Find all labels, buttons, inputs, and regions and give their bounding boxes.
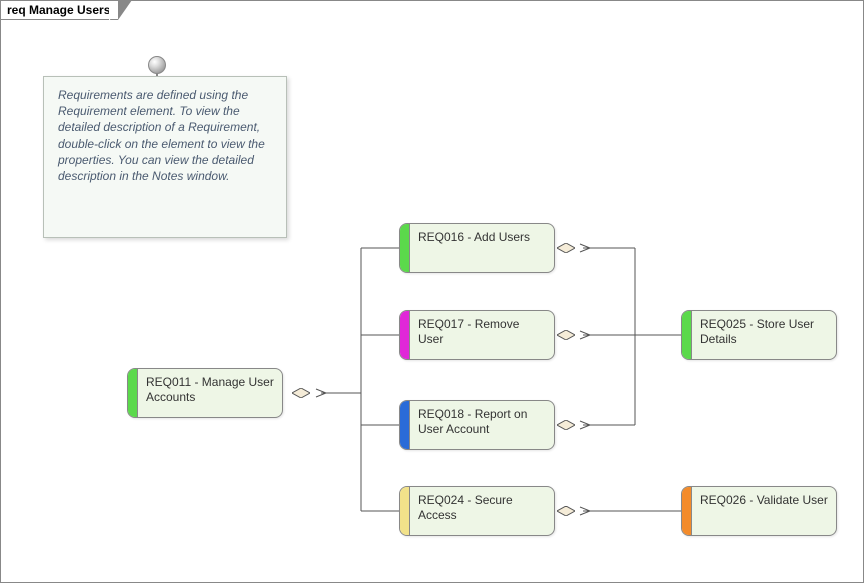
requirement-req024[interactable]: REQ024 - Secure Access — [399, 486, 555, 536]
requirement-label: REQ017 - Remove User — [410, 311, 554, 359]
requirement-req018[interactable]: REQ018 - Report on User Account — [399, 400, 555, 450]
diagram-note-text: Requirements are defined using the Requi… — [58, 88, 265, 183]
status-stripe — [400, 487, 410, 535]
requirement-label: REQ018 - Report on User Account — [410, 401, 554, 449]
diagram-frame: req Manage Users Requirements are define… — [0, 0, 864, 583]
connector-arrow-icon — [578, 242, 592, 254]
requirement-label: REQ024 - Secure Access — [410, 487, 554, 535]
connector-arrow-icon — [314, 387, 328, 399]
status-stripe — [400, 311, 410, 359]
requirement-req017[interactable]: REQ017 - Remove User — [399, 310, 555, 360]
requirement-label: REQ025 - Store User Details — [692, 311, 836, 359]
frame-title-tab: req Manage Users — [0, 0, 118, 20]
requirement-label: REQ026 - Validate User — [692, 487, 836, 535]
connector-arrow-icon — [578, 505, 592, 517]
requirement-label: REQ011 - Manage User Accounts — [138, 369, 282, 417]
aggregation-diamond-icon — [292, 388, 310, 398]
requirement-req016[interactable]: REQ016 - Add Users — [399, 223, 555, 273]
frame-title: req Manage Users — [7, 3, 110, 17]
aggregation-diamond-icon — [557, 420, 575, 430]
status-stripe — [682, 311, 692, 359]
requirement-label: REQ016 - Add Users — [410, 224, 538, 272]
requirement-req025[interactable]: REQ025 - Store User Details — [681, 310, 837, 360]
status-stripe — [682, 487, 692, 535]
status-stripe — [128, 369, 138, 417]
requirement-req026[interactable]: REQ026 - Validate User — [681, 486, 837, 536]
aggregation-diamond-icon — [557, 506, 575, 516]
diagram-note: Requirements are defined using the Requi… — [43, 76, 287, 238]
aggregation-diamond-icon — [557, 243, 575, 253]
status-stripe — [400, 224, 410, 272]
connector-arrow-icon — [578, 419, 592, 431]
aggregation-diamond-icon — [557, 330, 575, 340]
requirement-req011[interactable]: REQ011 - Manage User Accounts — [127, 368, 283, 418]
status-stripe — [400, 401, 410, 449]
connector-arrow-icon — [578, 329, 592, 341]
